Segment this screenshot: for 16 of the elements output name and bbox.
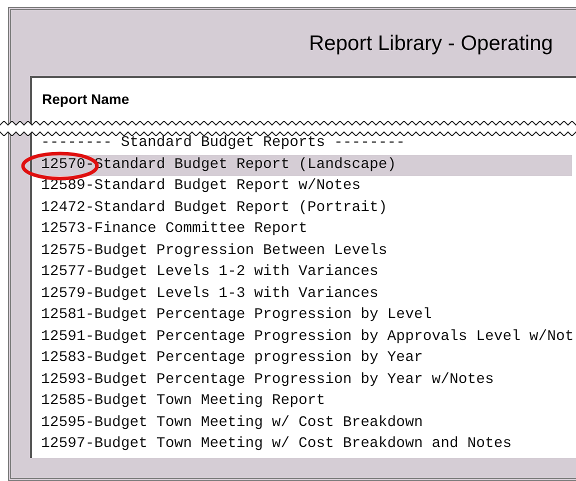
report-row[interactable]: 12472-Standard Budget Report (Portrait) — [32, 198, 572, 219]
report-row[interactable]: 12581-Budget Percentage Progression by Level — [32, 305, 572, 326]
column-header: Report Name — [42, 91, 130, 107]
report-row[interactable]: 12597-Budget Town Meeting w/ Cost Breakdown and Notes — [32, 434, 572, 456]
report-row[interactable]: 12577-Budget Levels 1-2 with Variances — [32, 262, 572, 284]
report-row[interactable]: 12583-Budget Percentage progression by Year — [32, 348, 572, 370]
report-row[interactable]: -------- Standard Budget Reports -------- — [32, 133, 572, 154]
report-row[interactable]: 12573-Finance Committee Report — [32, 219, 572, 240]
report-row[interactable]: 12585-Budget Town Meeting Report — [32, 391, 572, 412]
report-row[interactable]: 12595-Budget Town Meeting w/ Cost Breakdown — [32, 412, 572, 434]
report-row[interactable]: 12575-Budget Progression Between Levels — [32, 240, 572, 262]
report-row[interactable]: 12593-Budget Percentage Progression by Year w/Notes — [32, 370, 572, 391]
window-title: Report Library - Operating — [309, 32, 553, 55]
report-row[interactable]: 12589-Standard Budget Report w/Notes — [32, 176, 572, 198]
report-row[interactable]: 12591-Budget Percentage Progression by Approvals Level w/Not — [32, 326, 572, 348]
report-row[interactable]: 12579-Budget Levels 1-3 with Variances — [32, 284, 572, 305]
